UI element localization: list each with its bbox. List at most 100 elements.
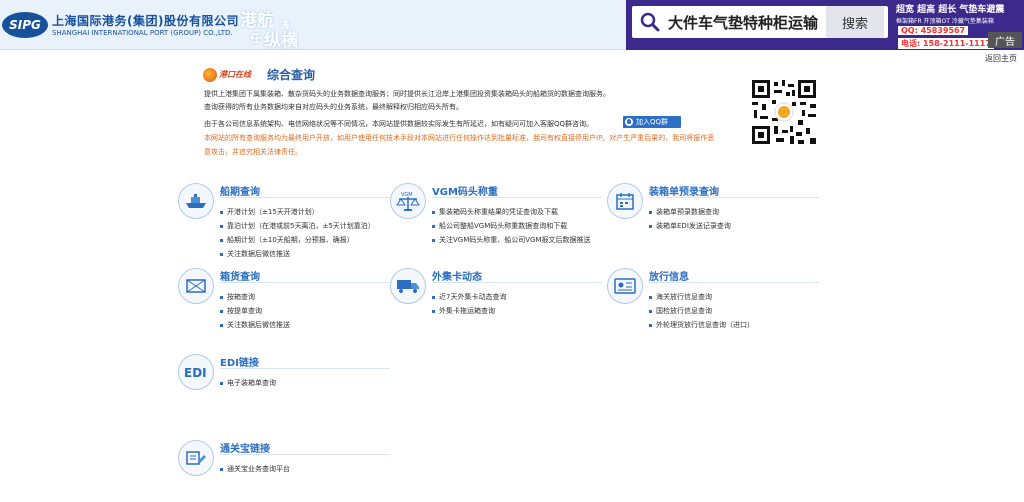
card-link[interactable]: 关注数据后微信推送 [220, 318, 290, 332]
ad-phone-number: 电话: 158-2111-1117 [898, 38, 994, 49]
qq-penguin-icon [625, 118, 633, 126]
card-divider [432, 197, 602, 198]
card-link[interactable]: 近7天外集卡动态查询 [432, 290, 506, 304]
card-link[interactable]: 电子装箱单查询 [220, 376, 276, 390]
card-divider [432, 282, 602, 283]
ad-qq-number: QQ: 45839567 [898, 26, 969, 35]
card-packing-list-prerecord[interactable]: 装箱单预录查询 装箱单预录数据查询 装箱单EDI发送记录查询 [607, 183, 819, 243]
card-edi-link[interactable]: EDI EDI链接 电子装箱单查询 [178, 354, 390, 404]
card-link-label: 外集卡拖运箱查询 [439, 307, 495, 315]
card-link-label: 近7天外集卡动态查询 [439, 293, 507, 301]
card-release-info[interactable]: 放行信息 海关放行信息查询 国检放行信息查询 外轮理货放行信息查询（进口） [607, 268, 819, 338]
company-name-en: SHANGHAI INTERNATIONAL PORT (GROUP) CO.,… [52, 29, 233, 37]
edi-icon: EDI [178, 354, 214, 390]
customs-icon [178, 440, 214, 476]
card-link-label: 按箱查询 [227, 293, 255, 301]
back-home-link[interactable]: 返回主页 [985, 53, 1017, 64]
bullet-icon [220, 323, 223, 327]
intro-line-2: 查询获得的所有业务数据均来自对应码头的业务系统，最终解释权归相应码头所有。 [204, 103, 463, 111]
card-link[interactable]: 装箱单预录数据查询 [649, 205, 731, 219]
bullet-icon [220, 224, 223, 228]
card-link-label: 靠泊计划（在港或前5天离泊，±5天计划靠泊） [227, 222, 375, 230]
card-customs-link[interactable]: 通关宝链接 通关宝业务查询平台 [178, 440, 390, 490]
join-qq-group-label: 加入QQ群 [636, 118, 669, 126]
truck-icon [390, 268, 426, 304]
intro-line-3: 由于各公司信息系统架构、电信网络状况等不同情况，本网站提供数据较实际发生有所延迟… [204, 120, 594, 128]
card-link[interactable]: 通关宝业务查询平台 [220, 462, 290, 476]
calendar-icon [607, 183, 643, 219]
card-link[interactable]: 装箱单EDI发送记录查询 [649, 219, 731, 233]
card-link[interactable]: 按箱查询 [220, 290, 290, 304]
warning-line-2: 意攻击，并追究相关法律责任。 [204, 148, 302, 156]
card-link[interactable]: 开港计划（±15天开港计划） [220, 205, 375, 219]
bullet-icon [432, 309, 435, 313]
ad-promo-line-2: 框架箱FR 开顶箱OT 冷藏气垫集装箱 [896, 18, 994, 25]
card-title[interactable]: 箱货查询 [220, 268, 260, 283]
bullet-icon [220, 238, 223, 242]
bullet-icon [220, 381, 223, 385]
qr-code-icon [752, 80, 816, 144]
card-link-list: 开港计划（±15天开港计划） 靠泊计划（在港或前5天离泊，±5天计划靠泊） 船期… [220, 205, 375, 261]
card-link[interactable]: 外轮理货放行信息查询（进口） [649, 318, 754, 332]
card-title[interactable]: 通关宝链接 [220, 440, 270, 455]
intro-line-1: 提供上港集团下属集装箱、散杂货码头的业务数据查询服务；同时提供长江沿岸上港集团投… [204, 90, 610, 98]
bullet-icon [220, 467, 223, 471]
section-heading: 港口在线 综合查询 [203, 66, 315, 83]
bullet-icon [649, 309, 652, 313]
card-link-label: 电子装箱单查询 [227, 379, 276, 387]
logo-sun-icon [203, 67, 217, 82]
card-link-label: 按提单查询 [227, 307, 262, 315]
bullet-icon [432, 210, 435, 214]
card-container-cargo[interactable]: 箱货查询 按箱查询 按提单查询 关注数据后微信推送 [178, 268, 390, 338]
bullet-icon [649, 224, 652, 228]
card-title[interactable]: 外集卡动态 [432, 268, 482, 283]
bullet-icon [220, 295, 223, 299]
card-truck-status[interactable]: 外集卡动态 近7天外集卡动态查询 外集卡拖运箱查询 [390, 268, 605, 328]
logo-text: 港口在线 [219, 70, 251, 79]
card-link[interactable]: 外集卡拖运箱查询 [432, 304, 506, 318]
card-link-list: 通关宝业务查询平台 [220, 462, 290, 476]
card-ship-schedule[interactable]: 船期查询 开港计划（±15天开港计划） 靠泊计划（在港或前5天离泊，±5天计划靠… [178, 183, 390, 263]
id-card-icon [607, 268, 643, 304]
ad-label[interactable]: 广告 [988, 32, 1022, 48]
card-title[interactable]: 放行信息 [649, 268, 689, 283]
card-link[interactable]: 集装箱码头称重结果的凭证查询及下载 [432, 205, 591, 219]
card-vgm-weighing[interactable]: VGM VGM码头称重 集装箱码头称重结果的凭证查询及下载 船公司整船VGM码头… [390, 183, 605, 253]
card-link[interactable]: 船公司整船VGM码头称重数据查询和下载 [432, 219, 591, 233]
ad-banner[interactable]: 大件车气垫特种柜运输 搜索 超宽 超高 超长 气垫车避震 框架箱FR 开顶箱OT… [626, 0, 1024, 50]
ad-search-text: 大件车气垫特种柜运输 [668, 14, 819, 32]
container-icon [178, 268, 214, 304]
bullet-icon [220, 309, 223, 313]
card-link-list: 海关放行信息查询 国检放行信息查询 外轮理货放行信息查询（进口） [649, 290, 754, 332]
card-link[interactable]: 按提单查询 [220, 304, 290, 318]
card-title[interactable]: EDI链接 [220, 354, 259, 369]
ad-promo-line-1: 超宽 超高 超长 气垫车避震 [896, 5, 1005, 15]
card-link[interactable]: 关注数据后微信推送 [220, 247, 375, 261]
card-link-label: 装箱单EDI发送记录查询 [656, 222, 731, 230]
card-link-list: 集装箱码头称重结果的凭证查询及下载 船公司整船VGM码头称重数据查询和下载 关注… [432, 205, 591, 247]
card-link[interactable]: 国检放行信息查询 [649, 304, 754, 318]
svg-text:VGM: VGM [401, 192, 413, 198]
card-title[interactable]: 船期查询 [220, 183, 260, 198]
join-qq-group-button[interactable]: 加入QQ群 [623, 116, 681, 128]
card-link[interactable]: 船期计划（±10天船期，分预报、确报） [220, 233, 375, 247]
card-title[interactable]: 装箱单预录查询 [649, 183, 719, 198]
bullet-icon [432, 224, 435, 228]
bullet-icon [220, 210, 223, 214]
card-link-label: 关注数据后微信推送 [227, 250, 290, 258]
svg-text:EDI: EDI [184, 366, 207, 380]
card-link-label: 关注VGM码头称重、船公司VGM报文后数据推送 [439, 236, 591, 244]
card-link[interactable]: 海关放行信息查询 [649, 290, 754, 304]
slogan-part-3: 任 [250, 32, 261, 45]
card-link[interactable]: 靠泊计划（在港或前5天离泊，±5天计划靠泊） [220, 219, 375, 233]
card-link-label: 装箱单预录数据查询 [656, 208, 719, 216]
ad-search-button[interactable]: 搜索 [826, 6, 884, 38]
company-name-cn: 上海国际港务(集团)股份有限公司 [52, 14, 239, 28]
card-link[interactable]: 关注VGM码头称重、船公司VGM报文后数据推送 [432, 233, 591, 247]
card-link-label: 船公司整船VGM码头称重数据查询和下载 [439, 222, 568, 230]
card-divider [649, 282, 819, 283]
sipg-logo[interactable]: SIPG [2, 12, 48, 38]
card-title[interactable]: VGM码头称重 [432, 183, 498, 198]
ship-icon [178, 183, 214, 219]
warning-line-1: 本网站的所有查询服务均为最终用户开放，如用户使用任何技术手段对本网站进行任何操作… [204, 134, 715, 142]
